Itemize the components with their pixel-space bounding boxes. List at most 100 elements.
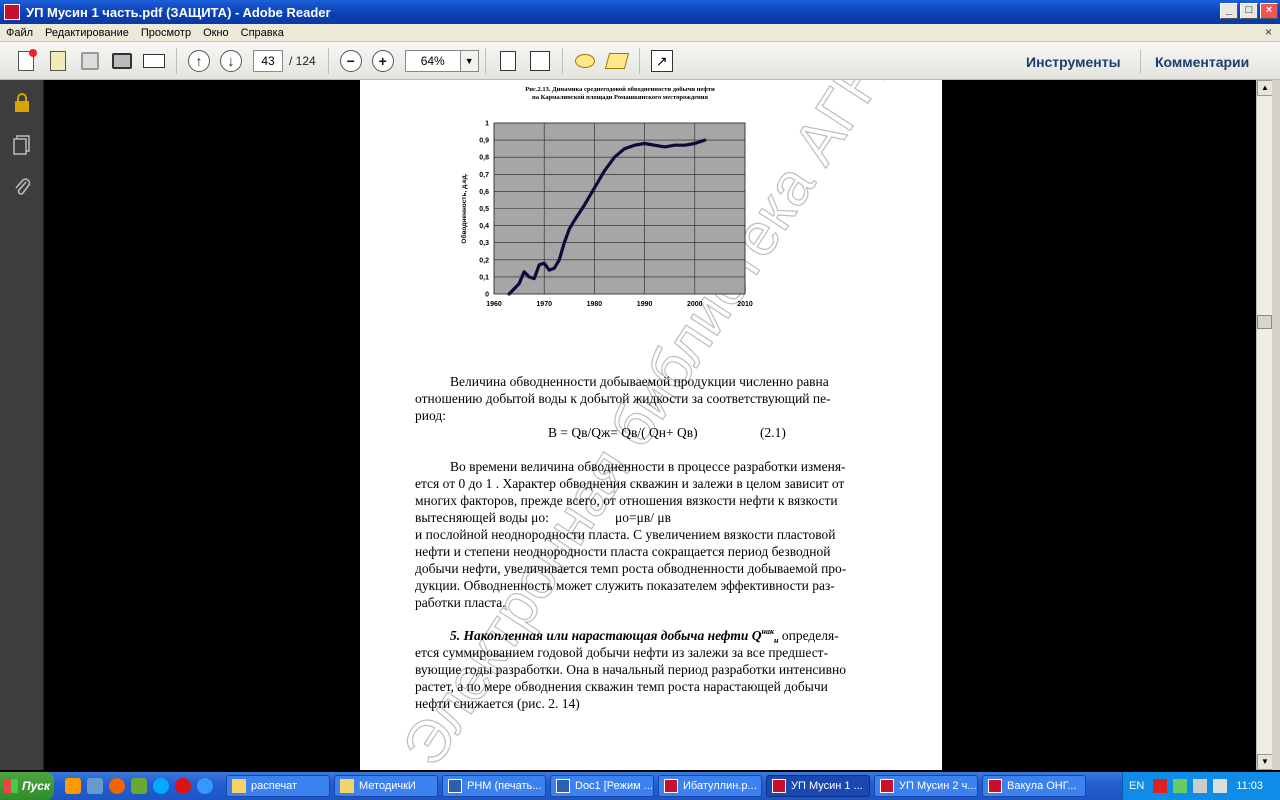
create-pdf-button[interactable] <box>12 47 40 75</box>
formula-2-1: B = Qв/Qж= Qв/( Qн+ Qв) <box>548 425 698 440</box>
para2-line9: работки пласта. <box>415 595 506 610</box>
menu-bar: Файл Редактирование Просмотр Окно Справк… <box>0 24 1280 42</box>
tools-pane-link[interactable]: Инструменты <box>1026 54 1121 70</box>
fullscreen-button[interactable]: ↗ <box>648 47 676 75</box>
x-tick-label: 1970 <box>536 301 552 308</box>
word-icon <box>448 779 462 793</box>
y-axis-label: Обводненность, д.ед. <box>460 173 468 243</box>
page-number-input[interactable]: 43 <box>253 49 283 72</box>
menu-window[interactable]: Окно <box>197 27 235 39</box>
scroll-thumb[interactable] <box>1257 315 1272 329</box>
menu-help[interactable]: Справка <box>235 27 290 39</box>
minus-icon: − <box>339 49 362 72</box>
y-tick-label: 0 <box>485 292 489 299</box>
window-titlebar: УП Мусин 1 часть.pdf (ЗАЩИТА) - Adobe Re… <box>0 0 1280 24</box>
minimize-button[interactable]: _ <box>1220 3 1238 19</box>
watercut-chart: 0 0,1 0,2 0,3 0,4 0,5 0,6 0,7 0,8 0,9 1 1960 1970 198… <box>460 121 753 309</box>
zoom-level-input[interactable]: 64% <box>404 49 461 72</box>
attachment-icon[interactable] <box>12 176 32 198</box>
pages-icon[interactable] <box>12 134 32 156</box>
save-button[interactable] <box>76 47 104 75</box>
task-folder-raspechat[interactable]: распечат <box>226 775 330 797</box>
start-button[interactable]: Пуск <box>0 772 54 800</box>
safely-remove-icon[interactable] <box>1193 779 1208 793</box>
para2-line5: и послойной неоднородности пласта. С уве… <box>415 527 836 542</box>
document-viewer[interactable]: Электронная библиотека АГНИ Рис.2.13. Ди… <box>45 80 1256 770</box>
main-toolbar: ↑ ↓ 43 / 124 − + 64% ▼ ↗ Инструменты Ком… <box>0 42 1280 80</box>
open-file-icon <box>50 50 66 71</box>
kaspersky-icon[interactable] <box>1153 779 1168 793</box>
open-button[interactable] <box>44 47 72 75</box>
media-player-icon[interactable] <box>65 778 81 794</box>
fit-page-icon <box>529 50 550 71</box>
show-desktop-icon[interactable] <box>87 778 103 794</box>
scroll-up-arrow[interactable]: ▲ <box>1257 80 1273 96</box>
previous-page-button[interactable]: ↑ <box>185 47 213 75</box>
lock-icon[interactable] <box>12 92 32 114</box>
task-pdf-ibatullin[interactable]: Ибатуллин.р... <box>658 775 762 797</box>
navigation-pane <box>0 80 44 770</box>
fit-page-button[interactable] <box>526 47 554 75</box>
background-window-edge <box>1272 80 1280 770</box>
print-button[interactable] <box>108 47 136 75</box>
y-tick-label: 0,7 <box>479 172 489 179</box>
menu-file[interactable]: Файл <box>0 27 39 39</box>
y-tick-label: 0,3 <box>479 240 489 247</box>
x-tick-label: 2010 <box>737 301 753 308</box>
printer-icon <box>112 52 132 69</box>
pdf-icon <box>880 779 894 793</box>
para3-line2: ется суммированием годовой добычи нефти … <box>415 645 829 660</box>
window-title: УП Мусин 1 часть.pdf (ЗАЩИТА) - Adobe Re… <box>26 4 331 20</box>
language-indicator[interactable]: EN <box>1129 780 1144 792</box>
network-icon[interactable] <box>1173 779 1188 793</box>
task-folder-metodichki[interactable]: МетодичкИ <box>334 775 438 797</box>
pdf-icon <box>772 779 786 793</box>
task-word-rnm[interactable]: РНМ (печать... <box>442 775 546 797</box>
create-pdf-icon <box>18 48 37 71</box>
maximize-button[interactable]: □ <box>1240 3 1258 19</box>
comments-pane-link[interactable]: Комментарии <box>1155 54 1249 70</box>
adobe-reader-icon <box>4 4 20 20</box>
next-page-button[interactable]: ↓ <box>217 47 245 75</box>
email-button[interactable] <box>140 47 168 75</box>
task-word-doc1[interactable]: Doc1 [Режим ... <box>550 775 654 797</box>
task-pdf-musin-1[interactable]: УП Мусин 1 ... <box>766 775 870 797</box>
x-tick-label: 2000 <box>687 301 703 308</box>
pdf-icon <box>988 779 1002 793</box>
zoom-dropdown-arrow[interactable]: ▼ <box>460 49 479 72</box>
highlight-button[interactable] <box>603 47 631 75</box>
folder-icon <box>340 779 354 793</box>
menu-view[interactable]: Просмотр <box>135 27 197 39</box>
windows-taskbar: Пуск распечат МетодичкИ РНМ (печать... D… <box>0 772 1280 800</box>
zoom-out-button[interactable]: − <box>337 47 365 75</box>
zoom-in-button[interactable]: + <box>369 47 397 75</box>
task-pdf-vakula[interactable]: Вакула ОНГ... <box>982 775 1086 797</box>
close-document-icon[interactable]: × <box>1265 25 1272 39</box>
utorrent-icon[interactable] <box>131 778 147 794</box>
task-pdf-musin-2[interactable]: УП Мусин 2 ч... <box>874 775 978 797</box>
sticky-note-button[interactable] <box>571 47 599 75</box>
skype-icon[interactable] <box>153 778 169 794</box>
opera-icon[interactable] <box>175 778 191 794</box>
viscosity-formula: μо=μв/ μв <box>615 510 671 525</box>
volume-icon[interactable] <box>1213 779 1228 793</box>
save-disk-icon <box>81 51 99 70</box>
para2-line2: ется от 0 до 1 . Характер обводнения скв… <box>415 476 844 491</box>
scroll-mode-button[interactable] <box>494 47 522 75</box>
clock: 11:03 <box>1236 780 1263 792</box>
close-button[interactable]: × <box>1260 3 1278 19</box>
para3-line3: вующие годы разработки. Она в начальный … <box>415 662 846 677</box>
folder-icon <box>232 779 246 793</box>
scroll-down-arrow[interactable]: ▼ <box>1257 754 1273 770</box>
menu-edit[interactable]: Редактирование <box>39 27 135 39</box>
highlight-pen-icon <box>604 52 629 69</box>
y-tick-label: 0,8 <box>479 155 489 162</box>
vertical-scrollbar[interactable]: ▲ ▼ <box>1256 80 1273 770</box>
para2-line7: добычи нефти, увеличивается темп роста о… <box>415 561 847 576</box>
page-total: / 124 <box>289 53 316 68</box>
figure-caption-line1: Рис.2.13. Динамика среднегодовой обводне… <box>525 86 715 93</box>
para1-line1: Величина обводненности добываемой продук… <box>450 374 829 389</box>
internet-explorer-icon[interactable] <box>197 778 213 794</box>
firefox-icon[interactable] <box>109 778 125 794</box>
para2-line8: дукции. Обводненность может служить пока… <box>415 578 835 593</box>
